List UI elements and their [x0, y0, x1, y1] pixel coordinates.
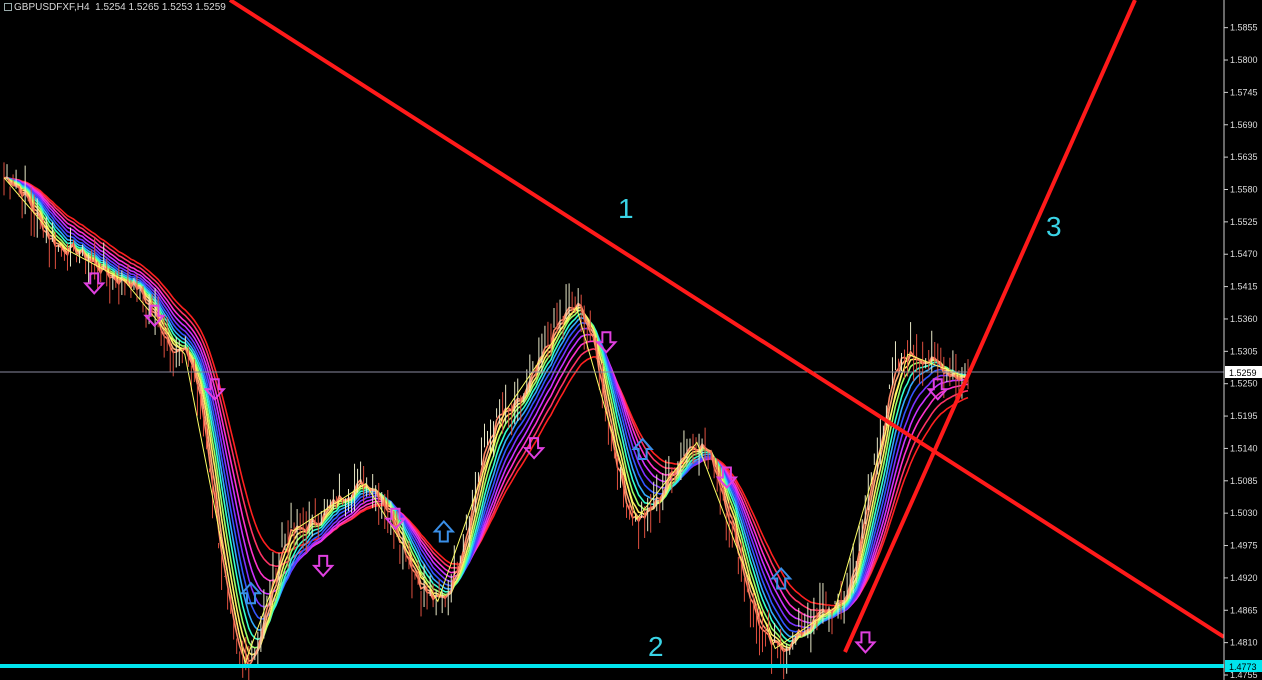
price-tick-label: 1.5250: [1230, 379, 1258, 389]
price-tick-label: 1.4975: [1230, 541, 1258, 551]
ma-line: [3, 176, 969, 612]
price-tick-label: 1.5580: [1230, 184, 1258, 194]
price-tick-label: 1.5800: [1230, 55, 1258, 65]
price-tick-label: 1.4920: [1230, 573, 1258, 583]
downtrend-line[interactable]: [228, 0, 1226, 639]
price-tick-label: 1.5085: [1230, 476, 1258, 486]
ma-line: [3, 176, 969, 649]
ma-line: [3, 176, 969, 633]
price-tick-label: 1.5745: [1230, 87, 1258, 97]
ma-line: [3, 176, 969, 607]
ma-line: [3, 176, 969, 629]
annotation-2: 2: [648, 631, 664, 662]
ma-line: [3, 176, 969, 619]
annotation-1: 1: [618, 193, 634, 224]
price-tick-label: 1.5140: [1230, 443, 1258, 453]
ma-line: [3, 176, 969, 624]
price-tick-label: 1.5470: [1230, 249, 1258, 259]
price-tick-label: 1.5690: [1230, 120, 1258, 130]
price-tick-label: 1.4810: [1230, 638, 1258, 648]
sell-arrow-icon: [854, 631, 877, 654]
price-scale[interactable]: 1.5855 1.5800 1.5745 1.5690 1.5635 1.5580 1.55…: [1223, 0, 1262, 680]
price-tick-label: 1.5855: [1230, 23, 1258, 33]
sell-arrow-icon: [311, 554, 335, 578]
current-price-label: 1.5259: [1229, 368, 1257, 378]
price-tick-label: 1.5635: [1230, 152, 1258, 162]
buy-arrow-icon: [432, 519, 456, 543]
support-price-label: 1.4773: [1229, 662, 1257, 672]
price-tick-label: 1.4865: [1230, 605, 1258, 615]
ma-line: [3, 176, 969, 638]
price-tick-label: 1.5360: [1230, 314, 1258, 324]
price-tick-label: 1.5030: [1230, 508, 1258, 518]
annotation-3: 3: [1046, 211, 1062, 242]
price-tick-label: 1.5525: [1230, 217, 1258, 227]
price-tick-label: 1.5195: [1230, 411, 1258, 421]
ma-line: [3, 176, 969, 643]
price-tick-label: 1.5305: [1230, 346, 1258, 356]
price-tick-label: 1.5415: [1230, 282, 1258, 292]
price-bars: [3, 162, 969, 680]
price-chart[interactable]: 1 2 3 1.5855 1.5800 1.5745 1.5690 1.5635 1.55…: [0, 0, 1262, 680]
